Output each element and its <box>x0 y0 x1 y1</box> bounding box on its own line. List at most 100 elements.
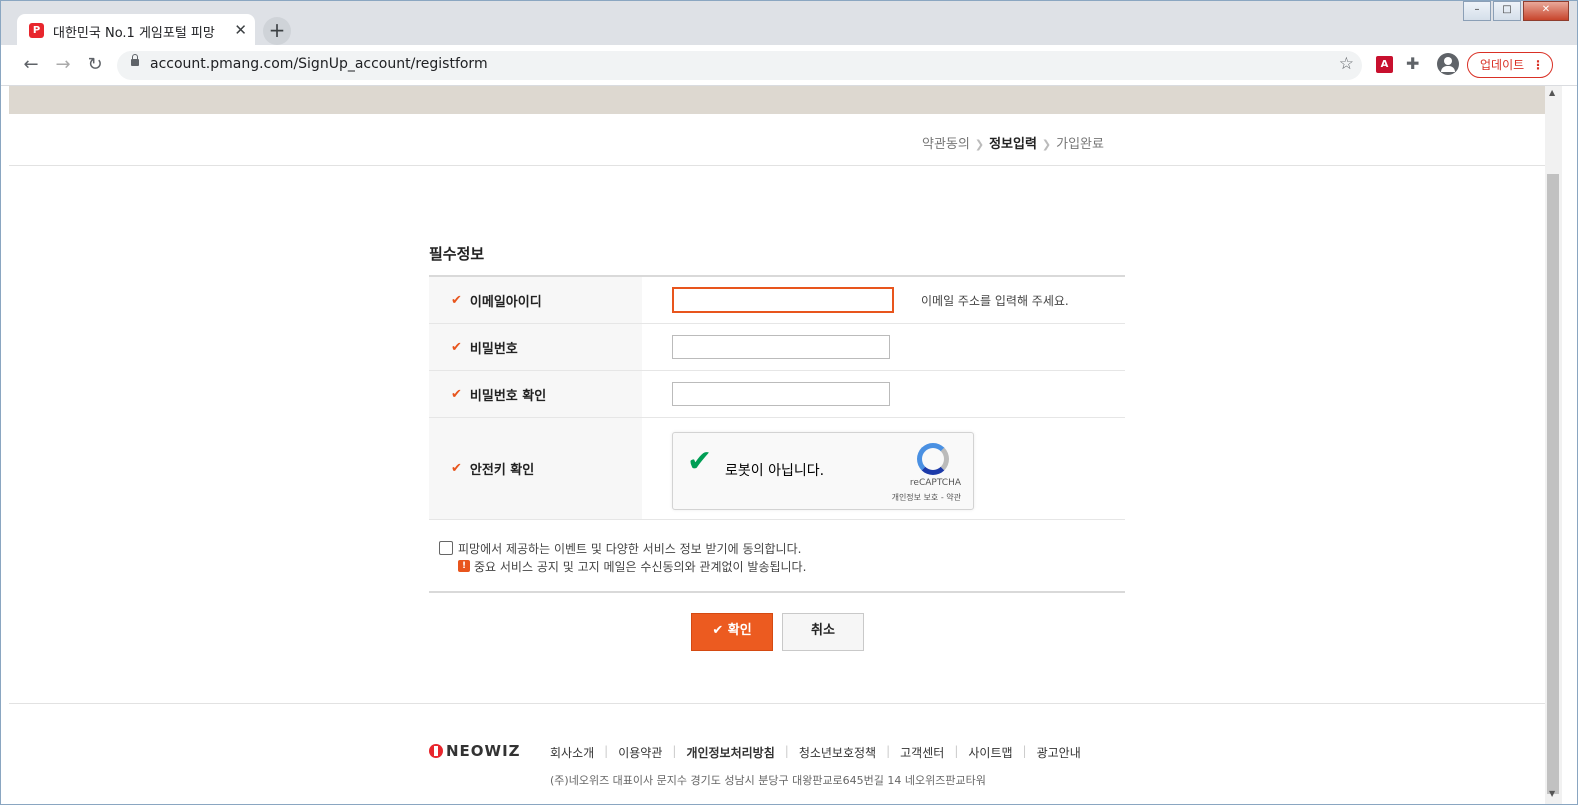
footer-links: 회사소개 | 이용약관 | 개인정보처리방침 | 청소년보호정책 | 고객센터 … <box>550 744 1081 761</box>
footer-link-separator: | <box>604 744 609 758</box>
signup-steps-breadcrumb: 약관동의 ❯ 정보입력 ❯ 가입완료 <box>922 133 1104 152</box>
footer-link-separator: | <box>886 744 891 758</box>
marketing-agree-checkbox[interactable] <box>439 541 453 555</box>
recaptcha-widget: ✔ 로봇이 아닙니다. reCAPTCHA 개인정보 보호 - 약관 <box>672 432 974 510</box>
maximize-button[interactable]: □ <box>1493 1 1521 21</box>
email-label: ✔ 이메일아이디 <box>429 277 642 323</box>
scroll-thumb[interactable] <box>1547 174 1559 794</box>
reload-icon[interactable]: ↻ <box>83 53 107 77</box>
url-text[interactable]: account.pmang.com/SignUp_account/registf… <box>150 56 488 72</box>
update-button[interactable]: 업데이트 ⋮ <box>1467 52 1553 78</box>
recaptcha-brand: reCAPTCHA <box>909 478 961 488</box>
footer-link-support[interactable]: 고객센터 <box>900 744 944 761</box>
divider <box>429 591 1125 593</box>
menu-dots-icon: ⋮ <box>1532 58 1544 72</box>
footer-address: (주)네오위즈 대표이사 문지수 경기도 성남시 분당구 대왕판교로645번길 … <box>550 774 986 787</box>
footer-link-separator: | <box>954 744 959 758</box>
step-complete: 가입완료 <box>1056 137 1104 152</box>
step-arrow-icon: ❯ <box>1041 138 1052 151</box>
browser-window: P 대한민국 No.1 게임포털 피망 ✕ + – □ ✕ ← → ↻ acco… <box>0 0 1578 805</box>
captcha-text: 로봇이 아닙니다. <box>725 463 825 479</box>
step-arrow-icon: ❯ <box>974 138 985 151</box>
confirm-label: 확인 <box>727 623 752 638</box>
notice-warning-icon: ! <box>458 560 470 572</box>
footer-link-terms[interactable]: 이용약관 <box>618 744 662 761</box>
password-confirm-label: ✔ 비밀번호 확인 <box>429 371 642 417</box>
tab-title: 대한민국 No.1 게임포털 피망 <box>53 26 215 41</box>
scroll-down-icon[interactable]: ▼ <box>1549 789 1555 798</box>
password-field-cell <box>642 324 1125 370</box>
captcha-label: ✔ 안전키 확인 <box>429 418 642 519</box>
password-input[interactable] <box>672 335 890 359</box>
tab-strip: P 대한민국 No.1 게임포털 피망 ✕ + – □ ✕ <box>1 1 1577 47</box>
email-field-cell: 이메일 주소를 입력해 주세요. <box>642 277 1125 323</box>
password-row: ✔ 비밀번호 <box>429 324 1125 371</box>
notice-text: 중요 서비스 공지 및 고지 메일은 수신동의와 관계없이 발송됩니다. <box>474 560 807 574</box>
required-check-icon: ✔ <box>451 461 462 476</box>
captcha-checkmark-icon[interactable]: ✔ <box>687 447 712 477</box>
recaptcha-links: 개인정보 보호 - 약관 <box>892 492 961 503</box>
pdf-extension-icon[interactable]: A <box>1376 56 1393 73</box>
password-label: ✔ 비밀번호 <box>429 324 642 370</box>
recaptcha-privacy-link[interactable]: 개인정보 보호 <box>892 493 939 502</box>
step-info-input: 정보입력 <box>989 137 1037 152</box>
window-close-button[interactable]: ✕ <box>1523 1 1569 21</box>
window-controls: – □ ✕ <box>1461 1 1569 21</box>
minimize-button[interactable]: – <box>1463 1 1491 21</box>
password-confirm-input[interactable] <box>672 382 890 406</box>
lock-icon[interactable] <box>131 54 139 66</box>
email-hint: 이메일 주소를 입력해 주세요. <box>921 294 1069 308</box>
password-confirm-field-cell <box>642 371 1125 417</box>
footer-link-privacy[interactable]: 개인정보처리방침 <box>686 744 774 761</box>
confirm-check-icon: ✔ <box>712 623 724 638</box>
vertical-scrollbar[interactable]: ▲ ▼ <box>1545 86 1562 804</box>
email-label-text: 이메일아이디 <box>469 294 542 310</box>
footer-link-sitemap[interactable]: 사이트맵 <box>968 744 1012 761</box>
email-row: ✔ 이메일아이디 이메일 주소를 입력해 주세요. <box>429 277 1125 324</box>
required-check-icon: ✔ <box>451 386 462 402</box>
required-check-icon: ✔ <box>451 292 462 308</box>
browser-tab[interactable]: P 대한민국 No.1 게임포털 피망 ✕ <box>17 14 255 47</box>
footer-link-youth[interactable]: 청소년보호정책 <box>799 744 876 761</box>
divider <box>9 703 1545 704</box>
email-input[interactable] <box>672 287 894 313</box>
footer-link-separator: | <box>672 744 677 758</box>
neowiz-logo[interactable]: NEOWIZ <box>429 742 521 760</box>
neowiz-logo-icon <box>429 744 443 758</box>
captcha-label-text: 안전키 확인 <box>469 463 535 478</box>
browser-toolbar: ← → ↻ account.pmang.com/SignUp_account/r… <box>1 45 1577 86</box>
profile-avatar-icon[interactable] <box>1437 53 1459 75</box>
footer-link-ads[interactable]: 광고안내 <box>1037 744 1081 761</box>
marketing-agree-text[interactable]: 피망에서 제공하는 이벤트 및 다양한 서비스 정보 받기에 동의합니다. <box>458 540 801 557</box>
neowiz-logo-text: NEOWIZ <box>446 742 521 760</box>
confirm-button[interactable]: ✔ 확인 <box>691 613 773 651</box>
footer-link-separator: | <box>784 744 789 758</box>
captcha-field-cell: ✔ 로봇이 아닙니다. reCAPTCHA 개인정보 보호 - 약관 <box>642 418 1125 519</box>
update-label: 업데이트 <box>1480 58 1525 72</box>
password-confirm-label-text: 비밀번호 확인 <box>469 388 547 404</box>
back-icon[interactable]: ← <box>19 53 43 77</box>
password-label-text: 비밀번호 <box>469 341 518 357</box>
scroll-up-icon[interactable]: ▲ <box>1549 88 1555 97</box>
captcha-row: ✔ 안전키 확인 ✔ 로봇이 아닙니다. reCAPTCHA 개인정보 보호 -… <box>429 418 1125 520</box>
top-gray-bar <box>9 86 1545 114</box>
step-terms: 약관동의 <box>922 137 970 152</box>
address-bar[interactable]: account.pmang.com/SignUp_account/registf… <box>117 51 1362 80</box>
recaptcha-logo-icon <box>917 443 949 475</box>
footer-link-company[interactable]: 회사소개 <box>550 744 594 761</box>
pmang-favicon-icon: P <box>29 23 44 38</box>
section-title: 필수정보 <box>429 245 485 263</box>
bookmark-star-icon[interactable]: ☆ <box>1339 54 1354 74</box>
required-check-icon: ✔ <box>451 339 462 355</box>
password-confirm-row: ✔ 비밀번호 확인 <box>429 371 1125 418</box>
forward-icon[interactable]: → <box>51 53 75 77</box>
new-tab-button[interactable]: + <box>263 17 291 45</box>
page-content: 약관동의 ❯ 정보입력 ❯ 가입완료 필수정보 ✔ 이메일아이디 이메일 주소를 입력해… <box>9 86 1545 804</box>
divider <box>9 165 1545 166</box>
cancel-button[interactable]: 취소 <box>782 613 864 651</box>
extensions-puzzle-icon[interactable]: ✚ <box>1406 54 1419 73</box>
required-info-form: ✔ 이메일아이디 이메일 주소를 입력해 주세요. ✔ 비밀번호 ✔ 비밀번호 … <box>429 275 1125 520</box>
recaptcha-terms-link[interactable]: 약관 <box>946 493 961 502</box>
tab-close-icon[interactable]: ✕ <box>234 21 247 39</box>
footer-link-separator: | <box>1022 744 1027 758</box>
